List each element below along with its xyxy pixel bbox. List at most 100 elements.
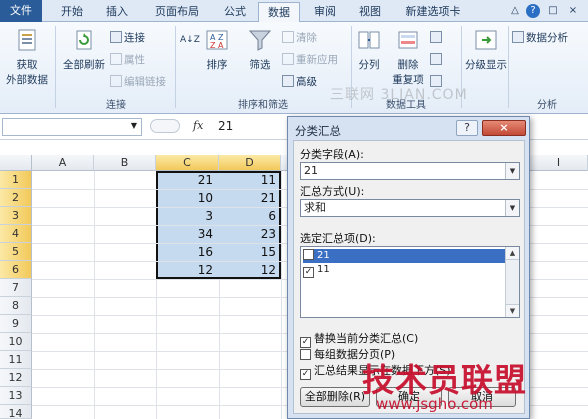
column-header-c[interactable]: C: [156, 155, 219, 171]
tab-page-layout[interactable]: 页面布局: [143, 2, 211, 22]
connections-button[interactable]: 连接: [110, 30, 145, 46]
row-header[interactable]: 5: [0, 243, 32, 261]
cell-d2[interactable]: 21: [219, 189, 279, 207]
tab-formulas[interactable]: 公式: [215, 2, 255, 22]
insert-function-icon[interactable]: fx: [193, 119, 203, 132]
column-header-i[interactable]: I: [530, 155, 588, 171]
edit-links-label: 编辑链接: [124, 76, 166, 88]
cell-c3[interactable]: 3: [156, 207, 216, 225]
sort-button[interactable]: AZZA 排序: [202, 28, 232, 72]
minimize-ribbon-icon[interactable]: △: [508, 4, 522, 18]
tab-new[interactable]: 新建选项卡: [393, 2, 473, 22]
clear-icon: [282, 31, 294, 43]
row-header[interactable]: 6: [0, 261, 32, 279]
cell-c1[interactable]: 21: [156, 171, 216, 189]
tab-home[interactable]: 开始: [52, 2, 92, 22]
cell-c6[interactable]: 12: [156, 261, 216, 279]
restore-icon[interactable]: □: [546, 4, 560, 18]
close-icon[interactable]: ×: [482, 120, 526, 136]
properties-button[interactable]: 属性: [110, 52, 145, 68]
replace-current-checkbox[interactable]: ✓: [300, 337, 311, 348]
close-icon[interactable]: ×: [566, 4, 580, 18]
column-header-a[interactable]: A: [32, 155, 94, 171]
list-item-checkbox[interactable]: [303, 249, 314, 260]
reapply-button[interactable]: 重新应用: [282, 52, 338, 68]
row-header[interactable]: 14: [0, 405, 32, 419]
name-box[interactable]: ▼: [2, 118, 142, 136]
column-header-d[interactable]: D: [219, 155, 281, 171]
filter-funnel-icon: [248, 30, 272, 51]
sort-asc-button[interactable]: A↓Z: [180, 32, 200, 48]
properties-label: 属性: [124, 54, 145, 66]
list-item-label: 21: [317, 250, 330, 261]
row-header[interactable]: 13: [0, 387, 32, 405]
scroll-up-icon[interactable]: ▲: [506, 247, 519, 260]
row-header[interactable]: 9: [0, 315, 32, 333]
formula-input[interactable]: 21: [218, 119, 233, 133]
cell-d4[interactable]: 23: [219, 225, 279, 243]
tab-view[interactable]: 视图: [350, 2, 390, 22]
replace-current-option[interactable]: ✓ 替换当前分类汇总(C): [300, 332, 418, 348]
get-external-data-button[interactable]: 获取 外部数据: [4, 28, 50, 87]
row-header[interactable]: 2: [0, 189, 32, 207]
summary-below-checkbox[interactable]: ✓: [300, 369, 311, 380]
remove-duplicates-label-1: 删除: [397, 59, 419, 71]
refresh-all-button[interactable]: 全部刷新: [60, 28, 108, 72]
tab-review[interactable]: 审阅: [305, 2, 345, 22]
cell-d5[interactable]: 15: [219, 243, 279, 261]
database-icon: [18, 29, 36, 51]
group-divider: [55, 26, 56, 108]
data-validation-button[interactable]: [430, 30, 444, 46]
group-divider: [175, 26, 176, 108]
remove-duplicates-button[interactable]: 删除 重复项: [388, 28, 428, 87]
row-header[interactable]: 1: [0, 171, 32, 189]
group-by-select[interactable]: 21 ▼: [300, 162, 520, 180]
cell-d1[interactable]: 11: [219, 171, 279, 189]
list-item-checkbox[interactable]: ✓: [303, 267, 314, 278]
column-header-b[interactable]: B: [94, 155, 156, 171]
add-subtotal-list[interactable]: 21 ✓ 11 ▲ ▼: [300, 246, 520, 318]
page-break-checkbox[interactable]: [300, 349, 311, 360]
edit-links-button[interactable]: 编辑链接: [110, 74, 166, 90]
row-header[interactable]: 7: [0, 279, 32, 297]
help-icon[interactable]: ?: [456, 120, 478, 136]
list-scrollbar[interactable]: ▲ ▼: [505, 247, 519, 317]
help-icon[interactable]: ?: [526, 4, 540, 18]
filter-button[interactable]: 筛选: [244, 28, 276, 72]
chevron-down-icon[interactable]: ▼: [505, 200, 519, 216]
outline-button[interactable]: 分级显示: [464, 28, 508, 72]
row-header[interactable]: 8: [0, 297, 32, 315]
function-select[interactable]: 求和 ▼: [300, 199, 520, 217]
group-label-sort-filter: 排序和筛选: [238, 100, 288, 111]
row-header[interactable]: 3: [0, 207, 32, 225]
svg-text:Z: Z: [210, 41, 216, 50]
row-header[interactable]: 12: [0, 369, 32, 387]
list-item[interactable]: ✓ 11: [303, 263, 505, 278]
formula-bar-resize-handle[interactable]: [150, 119, 180, 133]
row-header[interactable]: 10: [0, 333, 32, 351]
advanced-button[interactable]: 高级: [282, 74, 317, 90]
remove-all-button[interactable]: 全部删除(R): [300, 387, 370, 407]
consolidate-button[interactable]: [430, 52, 444, 68]
cell-c2[interactable]: 10: [156, 189, 216, 207]
cell-c5[interactable]: 16: [156, 243, 216, 261]
list-item[interactable]: 21: [303, 249, 505, 263]
cell-d3[interactable]: 6: [219, 207, 279, 225]
text-to-columns-button[interactable]: 分列: [354, 28, 384, 72]
chevron-down-icon[interactable]: ▼: [505, 163, 519, 179]
data-analysis-button[interactable]: 数据分析: [512, 30, 568, 46]
cell-c4[interactable]: 34: [156, 225, 216, 243]
sort-icon: A ZZ A: [206, 30, 228, 50]
get-external-label-1: 获取: [16, 59, 38, 71]
row-header[interactable]: 4: [0, 225, 32, 243]
tab-insert[interactable]: 插入: [97, 2, 137, 22]
ribbon-panel: 获取 外部数据 全部刷新 连接 属性 编辑链接 连接 A↓Z AZZA 排序 筛…: [0, 22, 588, 114]
tab-file[interactable]: 文件: [0, 0, 42, 22]
clear-button[interactable]: 清除: [282, 30, 317, 46]
scroll-down-icon[interactable]: ▼: [506, 304, 519, 317]
row-header[interactable]: 11: [0, 351, 32, 369]
cell-d6[interactable]: 12: [219, 261, 279, 279]
chevron-down-icon[interactable]: ▼: [131, 121, 137, 130]
tab-data[interactable]: 数据: [258, 2, 300, 23]
select-all-corner[interactable]: [0, 155, 32, 171]
